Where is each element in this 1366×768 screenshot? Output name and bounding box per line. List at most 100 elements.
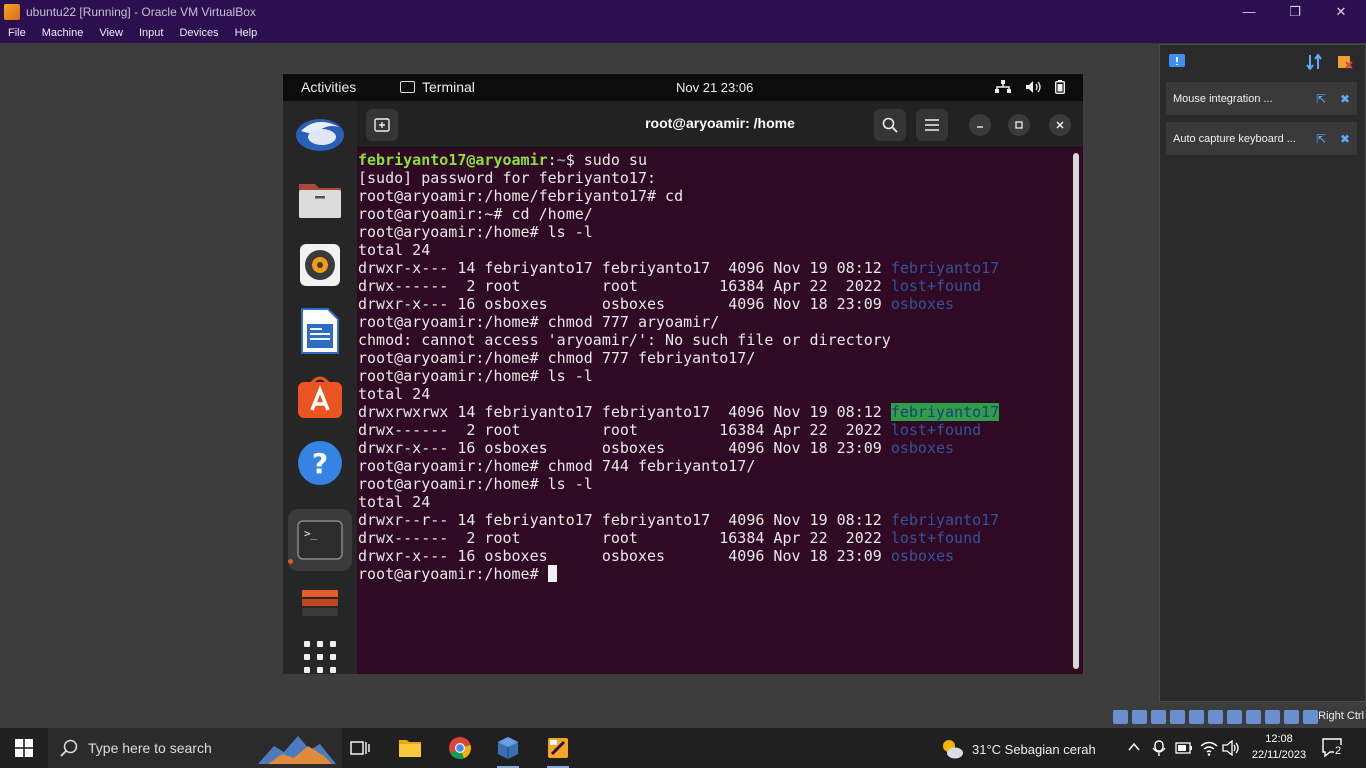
directory-name: osboxes bbox=[890, 547, 955, 565]
terminal-window[interactable]: root@aryoamir: /home febriyanto17@aryoam… bbox=[357, 101, 1083, 674]
battery-icon[interactable] bbox=[1175, 742, 1193, 754]
terminal-icon[interactable]: >_ bbox=[288, 509, 352, 571]
disk-icon[interactable] bbox=[294, 577, 346, 629]
close-button[interactable]: ✕ bbox=[1318, 0, 1364, 23]
chrome-button[interactable] bbox=[436, 728, 484, 768]
line-text: root@aryoamir:/home# ls -l bbox=[358, 475, 593, 493]
app-center-icon[interactable] bbox=[294, 371, 346, 423]
line-text: total 24 bbox=[358, 493, 431, 511]
host-key-label: Right Ctrl bbox=[1318, 710, 1364, 722]
menu-file[interactable]: File bbox=[0, 27, 34, 39]
line-text: root@aryoamir:/home# ls -l bbox=[358, 223, 593, 241]
shared-folders-icon[interactable] bbox=[1208, 710, 1223, 724]
sort-icon[interactable] bbox=[1306, 53, 1322, 71]
menu-help[interactable]: Help bbox=[227, 27, 266, 39]
task-view-icon bbox=[350, 741, 370, 755]
clock[interactable]: Nov 21 23:06 bbox=[676, 80, 753, 95]
search-button[interactable] bbox=[874, 109, 906, 141]
chrome-icon bbox=[449, 737, 471, 760]
usb-icon[interactable] bbox=[1189, 710, 1204, 724]
cpu-icon[interactable] bbox=[1265, 710, 1280, 724]
search-placeholder: Type here to search bbox=[88, 740, 212, 756]
notification-mouse-integration[interactable]: Mouse integration ... ⇱ ✖ bbox=[1166, 82, 1357, 115]
pin-icon[interactable]: ⇱ bbox=[1316, 132, 1326, 146]
minimize-button[interactable]: — bbox=[1226, 0, 1272, 23]
optical-drive-icon[interactable] bbox=[1132, 710, 1147, 724]
notification-icon[interactable] bbox=[1168, 53, 1186, 71]
weather-widget[interactable]: 31°C Sebagian cerah bbox=[940, 738, 1096, 760]
network-adapter-icon[interactable] bbox=[1170, 710, 1185, 724]
minimize-icon bbox=[977, 126, 983, 128]
meet-now-icon[interactable] bbox=[1152, 740, 1166, 756]
pin-icon[interactable]: ⇱ bbox=[1316, 92, 1326, 106]
mouse-integration-icon[interactable] bbox=[1284, 710, 1299, 724]
audio-icon[interactable] bbox=[1151, 710, 1166, 724]
display-icon[interactable] bbox=[1227, 710, 1242, 724]
menu-view[interactable]: View bbox=[91, 27, 131, 39]
help-icon[interactable]: ? bbox=[294, 437, 346, 489]
rhythmbox-icon[interactable] bbox=[294, 239, 346, 291]
menu-button[interactable] bbox=[916, 109, 948, 141]
system-tray[interactable] bbox=[995, 80, 1065, 94]
notification-auto-capture-keyboard[interactable]: Auto capture keyboard ... ⇱ ✖ bbox=[1166, 122, 1357, 155]
writer-icon[interactable] bbox=[294, 305, 346, 357]
file-explorer-button[interactable] bbox=[386, 728, 434, 768]
notification-center-button[interactable]: 2 bbox=[1322, 738, 1346, 758]
terminal-scrollbar[interactable] bbox=[1073, 153, 1079, 669]
clear-all-icon[interactable] bbox=[1336, 53, 1354, 71]
terminal-line: root@aryoamir:/home# bbox=[358, 565, 1068, 583]
clock-date: 22/11/2023 bbox=[1251, 749, 1307, 761]
line-text: root@aryoamir:/home# chmod 777 aryoamir/ bbox=[358, 313, 720, 331]
virtualbox-manager-button[interactable] bbox=[484, 728, 532, 768]
line-text: drwxr-x--- 14 febriyanto17 febriyanto17 … bbox=[358, 259, 891, 277]
text-cursor bbox=[547, 565, 557, 582]
prompt-symbol: $ bbox=[565, 151, 584, 169]
menu-devices[interactable]: Devices bbox=[171, 27, 226, 39]
files-icon[interactable] bbox=[294, 173, 346, 225]
show-hidden-icons-icon[interactable] bbox=[1128, 742, 1140, 752]
recording-icon[interactable] bbox=[1246, 710, 1261, 724]
directory-name: febriyanto17 bbox=[890, 403, 1000, 421]
task-view-button[interactable] bbox=[336, 728, 384, 768]
device-status-icons[interactable] bbox=[1113, 710, 1318, 724]
dismiss-icon[interactable]: ✖ bbox=[1340, 92, 1350, 106]
terminal-line: root@aryoamir:/home# chmod 777 aryoamir/ bbox=[358, 313, 1068, 331]
volume-icon bbox=[1026, 81, 1041, 93]
thunderbird-icon[interactable] bbox=[294, 107, 346, 159]
line-text: root@aryoamir:/home# bbox=[358, 565, 548, 583]
guest-screen[interactable]: Activities Terminal Nov 21 23:06 ? >_ ro… bbox=[283, 74, 1083, 674]
terminal-line: total 24 bbox=[358, 493, 1068, 511]
terminal-line: drwxr-x--- 14 febriyanto17 febriyanto17 … bbox=[358, 259, 1068, 277]
search-highlight-icon bbox=[258, 736, 336, 764]
app-grid-icon[interactable] bbox=[294, 631, 346, 674]
menu-machine[interactable]: Machine bbox=[34, 27, 92, 39]
dismiss-icon[interactable]: ✖ bbox=[1340, 132, 1350, 146]
taskbar-search[interactable]: Type here to search bbox=[48, 728, 342, 768]
ubuntu-vm-button[interactable] bbox=[534, 728, 582, 768]
app-menu[interactable]: Terminal bbox=[400, 79, 475, 95]
start-button[interactable] bbox=[0, 728, 48, 768]
activities-button[interactable]: Activities bbox=[301, 79, 356, 95]
terminal-output[interactable]: febriyanto17@aryoamir:~$ sudo su [sudo] p… bbox=[358, 151, 1068, 671]
virtualbox-vm-icon bbox=[548, 738, 568, 758]
app-name: Terminal bbox=[422, 79, 475, 95]
speaker-icon[interactable] bbox=[1222, 740, 1240, 756]
wifi-icon[interactable] bbox=[1200, 740, 1218, 756]
hard-disk-icon[interactable] bbox=[1113, 710, 1128, 724]
terminal-maximize-button[interactable] bbox=[1008, 114, 1030, 136]
terminal-close-button[interactable] bbox=[1049, 114, 1071, 136]
line-text: drwx------ 2 root root 16384 Apr 22 2022 bbox=[358, 421, 891, 439]
clock-time: 12:08 bbox=[1265, 733, 1293, 745]
restore-button[interactable]: ❐ bbox=[1272, 0, 1318, 23]
vbox-menubar: File Machine View Input Devices Help bbox=[0, 23, 1366, 43]
running-indicator bbox=[288, 559, 293, 564]
menu-input[interactable]: Input bbox=[131, 27, 171, 39]
directory-name: osboxes bbox=[890, 439, 955, 457]
terminal-line: drwxrwxrwx 14 febriyanto17 febriyanto17 … bbox=[358, 403, 1068, 421]
system-clock[interactable]: 12:08 22/11/2023 bbox=[1243, 731, 1315, 763]
terminal-minimize-button[interactable] bbox=[969, 114, 991, 136]
directory-name: febriyanto17 bbox=[890, 511, 1000, 529]
directory-name: febriyanto17 bbox=[890, 259, 1000, 277]
keyboard-capture-icon[interactable] bbox=[1303, 710, 1318, 724]
terminal-line: drwx------ 2 root root 16384 Apr 22 2022… bbox=[358, 421, 1068, 439]
